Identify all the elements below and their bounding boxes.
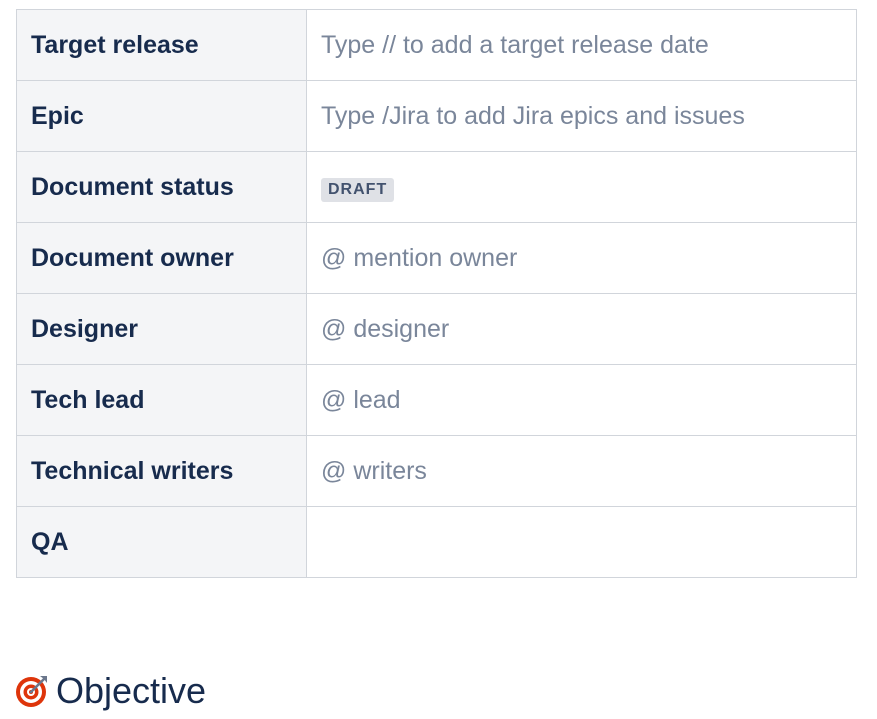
technical-writers-label: Technical writers: [16, 435, 307, 507]
document-status-field[interactable]: DRAFT: [306, 151, 857, 223]
section-title: Objective: [56, 670, 207, 711]
epic-label: Epic: [16, 80, 307, 152]
table-row: Epic Type /Jira to add Jira epics and is…: [16, 80, 857, 152]
target-release-label: Target release: [16, 9, 307, 81]
tech-lead-label: Tech lead: [16, 364, 307, 436]
table-row: Target release Type // to add a target r…: [16, 9, 857, 81]
qa-label: QA: [16, 506, 307, 578]
table-row: Technical writers @ writers: [16, 435, 857, 507]
objective-heading: Objective: [14, 668, 206, 714]
table-row: Designer @ designer: [16, 293, 857, 365]
table-row: Document owner @ mention owner: [16, 222, 857, 294]
document-owner-label: Document owner: [16, 222, 307, 294]
designer-field[interactable]: @ designer: [306, 293, 857, 365]
table-row: QA: [16, 506, 857, 578]
target-release-field[interactable]: Type // to add a target release date: [306, 9, 857, 81]
tech-lead-field[interactable]: @ lead: [306, 364, 857, 436]
document-status-label: Document status: [16, 151, 307, 223]
technical-writers-field[interactable]: @ writers: [306, 435, 857, 507]
epic-field[interactable]: Type /Jira to add Jira epics and issues: [306, 80, 857, 152]
target-icon: [14, 673, 50, 709]
document-info-table: Target release Type // to add a target r…: [16, 9, 857, 578]
document-owner-field[interactable]: @ mention owner: [306, 222, 857, 294]
table-row: Document status DRAFT: [16, 151, 857, 223]
status-badge[interactable]: DRAFT: [321, 178, 395, 202]
table-row: Tech lead @ lead: [16, 364, 857, 436]
qa-field[interactable]: [306, 506, 857, 578]
designer-label: Designer: [16, 293, 307, 365]
